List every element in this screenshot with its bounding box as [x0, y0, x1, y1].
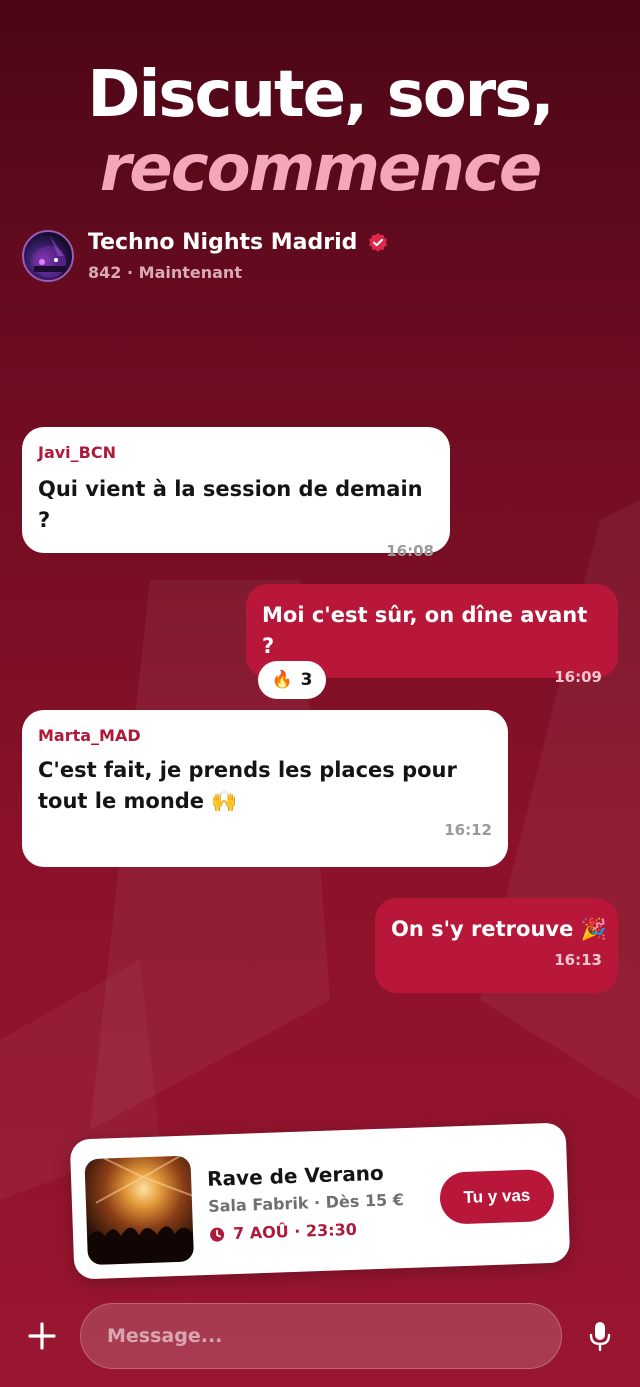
- event-title: Rave de Verano: [206, 1160, 385, 1191]
- message-text-line: C'est fait, je prends les places pour: [38, 758, 457, 782]
- message-text: On s'y retrouve 🎉: [391, 917, 607, 941]
- verified-badge-icon: [369, 232, 388, 252]
- message-bubble-incoming[interactable]: Javi_BCN Qui vient à la session de demai…: [22, 427, 450, 560]
- group-name: Techno Nights Madrid: [88, 230, 358, 255]
- event-date: 7 AOÛ · 23:30: [232, 1219, 358, 1244]
- group-meta: 842 · Maintenant: [88, 263, 389, 282]
- group-name-row: Techno Nights Madrid: [88, 230, 389, 255]
- reaction-emoji: 🔥: [271, 670, 293, 690]
- message-text: Moi c'est sûr, on dîne avant ?: [262, 603, 588, 658]
- clock-icon: [210, 1227, 225, 1242]
- group-avatar[interactable]: [22, 230, 74, 282]
- message-time: 16:08: [386, 542, 434, 560]
- hero-title: Discute, sors, recommence: [0, 58, 640, 206]
- reaction-count: 3: [300, 670, 313, 690]
- hero-title-line1: Discute, sors,: [87, 58, 554, 132]
- message-text: Qui vient à la session de demain ?: [38, 477, 423, 532]
- event-thumbnail: [84, 1155, 195, 1266]
- group-header[interactable]: Techno Nights Madrid 842 · Maintenant: [22, 230, 389, 282]
- message-time: 16:13: [554, 951, 602, 969]
- message-text: C'est fait, je prends les places pour to…: [38, 755, 492, 817]
- microphone-icon[interactable]: [586, 1320, 614, 1352]
- message-time: 16:12: [444, 821, 492, 839]
- message-text-line: tout le monde 🙌: [38, 789, 238, 813]
- reaction-badge[interactable]: 🔥 3: [258, 661, 326, 699]
- join-event-button[interactable]: Tu y vas: [439, 1168, 555, 1225]
- message-sender: Marta_MAD: [38, 726, 141, 745]
- group-status: Maintenant: [138, 263, 242, 282]
- member-count: 842: [88, 263, 122, 282]
- group-info: Techno Nights Madrid 842 · Maintenant: [88, 230, 389, 282]
- event-card[interactable]: Rave de Verano Sala Fabrik · Dès 15 € 7 …: [69, 1122, 571, 1280]
- plus-icon[interactable]: [22, 1316, 62, 1356]
- hero-title-line2: recommence: [99, 132, 543, 206]
- message-bubble-outgoing[interactable]: On s'y retrouve 🎉 16:13: [375, 898, 618, 993]
- event-venue: Sala Fabrik · Dès 15 €: [207, 1190, 405, 1216]
- message-input[interactable]: [80, 1303, 562, 1369]
- meta-separator: ·: [126, 263, 134, 282]
- message-sender: Javi_BCN: [38, 443, 116, 462]
- event-date-row: 7 AOÛ · 23:30: [209, 1220, 357, 1244]
- message-bubble-incoming[interactable]: Marta_MAD C'est fait, je prends les plac…: [22, 710, 508, 867]
